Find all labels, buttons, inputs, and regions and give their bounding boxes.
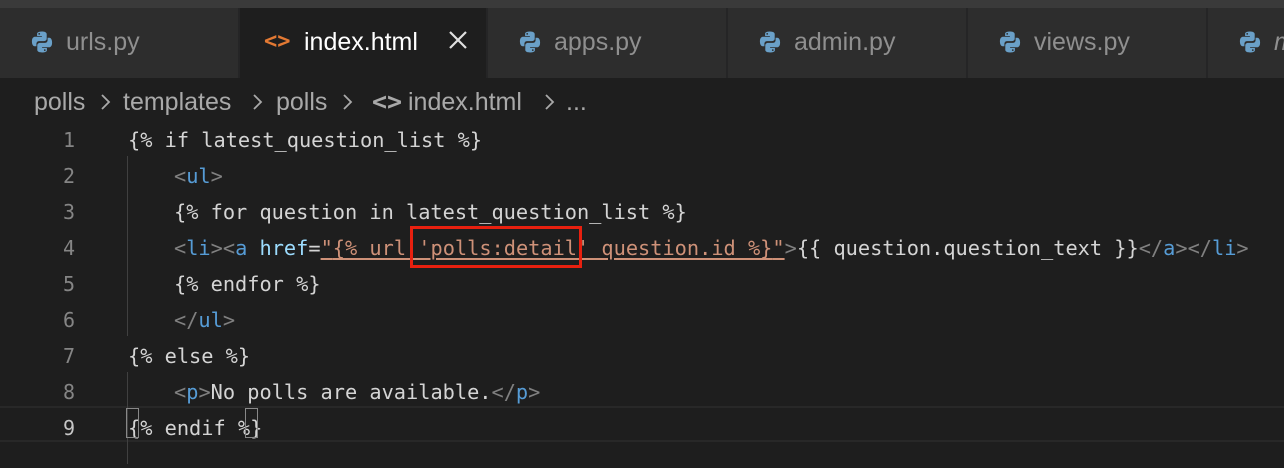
code-token: < xyxy=(174,380,187,404)
line-number: 2 xyxy=(62,164,75,188)
breadcrumb-item-file[interactable]: index.html xyxy=(408,88,522,117)
code-token: < xyxy=(222,236,236,260)
tab-label: m xyxy=(1274,28,1284,57)
tab-apps-py[interactable]: apps.py xyxy=(488,8,728,78)
breadcrumb-item-polls[interactable]: polls xyxy=(34,88,85,117)
tab-label: views.py xyxy=(1034,28,1130,56)
code-line[interactable]: 8 <p>No polls are available.</p> xyxy=(0,376,1284,412)
html-icon: <> xyxy=(372,87,403,116)
python-icon xyxy=(31,31,53,53)
python-icon xyxy=(999,31,1021,53)
editor-tab-bar: urls.py <> index.html apps.py admin.py v… xyxy=(0,0,1284,78)
python-icon xyxy=(519,31,541,53)
code-token: {% if latest_question_list %} xyxy=(128,128,483,152)
code-token: < xyxy=(174,164,187,188)
annotation-highlight-box xyxy=(410,226,582,268)
code-token: > xyxy=(210,236,223,260)
breadcrumb-item-polls-sub[interactable]: polls xyxy=(276,88,327,117)
tab-overflow[interactable]: m xyxy=(1208,8,1284,78)
close-icon[interactable] xyxy=(446,28,470,52)
python-icon xyxy=(1239,31,1261,53)
code-line[interactable]: 6 </ul> xyxy=(0,304,1284,340)
code-token: {% else %} xyxy=(128,344,251,368)
bracket-match-close xyxy=(245,408,258,438)
code-token: href xyxy=(259,236,309,260)
chevron-right-icon xyxy=(545,94,555,110)
code-token: {{ question.question_text }} xyxy=(796,236,1139,260)
breadcrumb: polls templates polls <> index.html ... xyxy=(0,78,1284,122)
code-text: <li><a href="{% url 'polls:detail' quest… xyxy=(174,236,1249,260)
code-text: <ul> xyxy=(174,164,223,188)
tab-label: apps.py xyxy=(554,28,642,56)
code-token: </ xyxy=(491,380,516,404)
tab-bar-top-border xyxy=(0,0,1284,8)
code-token: </ xyxy=(174,308,199,332)
html-icon: <> xyxy=(264,29,291,54)
code-text: <p>No polls are available.</p> xyxy=(174,380,540,404)
code-token: > xyxy=(528,380,541,404)
code-token: > xyxy=(198,380,211,404)
breadcrumb-item-symbols[interactable]: ... xyxy=(566,88,587,117)
code-line[interactable]: 5 {% endfor %} xyxy=(0,268,1284,304)
code-token: > xyxy=(1236,236,1249,260)
code-token: < xyxy=(174,236,187,260)
code-token: {% endif %} xyxy=(128,416,263,440)
code-line[interactable]: 2 <ul> xyxy=(0,160,1284,196)
code-text: {% if latest_question_list %} xyxy=(128,128,482,152)
code-token: li xyxy=(1211,236,1237,260)
code-token: > xyxy=(210,164,223,188)
chevron-right-icon xyxy=(101,94,111,110)
code-token: {% endfor %} xyxy=(174,272,321,296)
tab-views-py[interactable]: views.py xyxy=(968,8,1208,78)
code-token: = xyxy=(308,236,321,260)
code-line[interactable]: 3 {% for question in latest_question_list… xyxy=(0,196,1284,232)
code-text: {% endfor %} xyxy=(174,272,321,296)
code-token: p xyxy=(186,380,199,404)
line-number: 9 xyxy=(62,416,75,440)
line-number: 6 xyxy=(62,308,75,332)
line-number: 4 xyxy=(62,236,75,260)
line-number: 8 xyxy=(62,380,75,404)
code-token: " xyxy=(772,236,785,260)
chevron-right-icon xyxy=(253,94,263,110)
line-number: 3 xyxy=(62,200,75,224)
code-token: a xyxy=(1163,236,1176,260)
code-line[interactable]: 7 {% else %} xyxy=(0,340,1284,376)
code-token: > xyxy=(784,236,797,260)
code-token: li xyxy=(186,236,211,260)
code-token: a xyxy=(235,236,248,260)
code-token: </ xyxy=(1187,236,1212,260)
tab-label: index.html xyxy=(304,28,418,56)
tab-label: urls.py xyxy=(66,28,140,56)
code-token: " xyxy=(320,236,333,260)
code-token: > xyxy=(222,308,236,332)
code-text: {% endif %} xyxy=(128,416,262,440)
chevron-right-icon xyxy=(343,94,353,110)
line-number: 7 xyxy=(62,344,75,368)
code-line[interactable]: 9 {% endif %} xyxy=(0,412,1284,448)
line-number: 5 xyxy=(62,272,75,296)
breadcrumb-item-templates[interactable]: templates xyxy=(123,88,231,117)
line-number: 1 xyxy=(62,128,75,152)
tab-admin-py[interactable]: admin.py xyxy=(728,8,968,78)
code-token: {% for question in latest_question_list … xyxy=(174,200,687,224)
tab-urls-py[interactable]: urls.py xyxy=(0,8,240,78)
code-text: {% else %} xyxy=(128,344,250,368)
code-text: {% for question in latest_question_list … xyxy=(174,200,687,224)
code-token: </ xyxy=(1138,236,1164,260)
code-token: ul xyxy=(198,308,223,332)
code-line[interactable]: 1 {% if latest_question_list %} xyxy=(0,124,1284,160)
bracket-match-open xyxy=(126,408,139,438)
code-token: > xyxy=(1175,236,1188,260)
code-token: ul xyxy=(186,164,211,188)
tab-label: admin.py xyxy=(794,28,896,56)
code-text: </ul> xyxy=(174,308,235,332)
code-line[interactable]: 4 <li><a href="{% url 'polls:detail' ques… xyxy=(0,232,1284,268)
code-token: p xyxy=(515,380,529,404)
python-icon xyxy=(759,31,781,53)
code-token: No polls are available. xyxy=(210,380,492,404)
tab-index-html[interactable]: <> index.html xyxy=(240,8,488,78)
